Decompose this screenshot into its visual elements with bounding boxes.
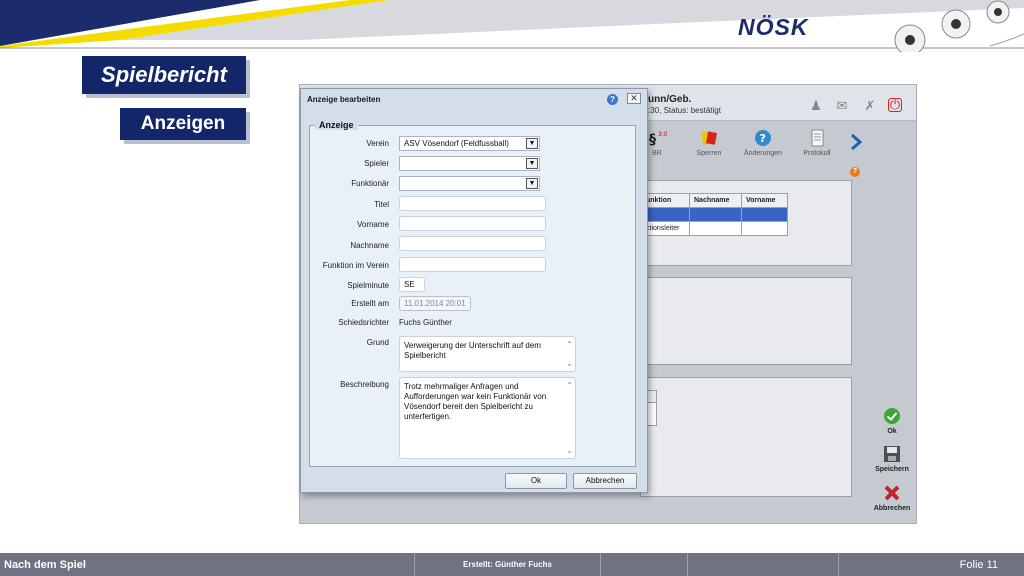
football-icon: [894, 0, 1024, 52]
close-icon[interactable]: ✕: [627, 93, 641, 104]
notes-panel: [640, 377, 852, 497]
erstellt-label: Erstellt am: [351, 299, 389, 308]
svg-text:3:0: 3:0: [658, 131, 667, 138]
spielminute-input[interactable]: SE: [399, 277, 425, 292]
schiedsrichter-label: Schiedsrichter: [338, 318, 389, 327]
funktionaer-label: Funktionär: [351, 179, 389, 188]
table-row[interactable]: [641, 207, 788, 222]
app-header-title: unn/Geb.: [648, 94, 692, 105]
grund-textarea[interactable]: Verweigerung der Unterschrift auf dem Sp…: [399, 336, 576, 372]
nachname-input[interactable]: [399, 236, 546, 251]
chevron-down-icon: ▼: [526, 158, 538, 169]
players-panel: unktion Nachname Vorname ctionsleiter: [640, 180, 852, 266]
beschreibung-label: Beschreibung: [340, 380, 389, 389]
erstellt-field: 11.01.2014 20:01: [399, 296, 471, 311]
app-header-subtitle: :30, Status: bestätigt: [648, 106, 721, 115]
user-icon[interactable]: ♟: [808, 98, 824, 114]
footer-empty: [601, 553, 688, 576]
funktion-label: Funktion im Verein: [322, 261, 389, 270]
document-icon: [811, 129, 824, 147]
svg-text:?: ?: [760, 132, 766, 145]
slide-title: Spielbericht: [82, 56, 246, 94]
table-header[interactable]: unktion: [641, 193, 690, 208]
spieler-select[interactable]: ▼: [399, 156, 540, 171]
app-toolbar: § 3:0 BR Sperren ? Änderungen Protokoll: [630, 129, 900, 163]
table-row[interactable]: ctionsleiter: [641, 221, 788, 236]
chevron-right-icon[interactable]: [850, 133, 862, 151]
schiedsrichter-value: Fuchs Günther: [399, 318, 452, 327]
funktionaer-select[interactable]: ▼: [399, 176, 540, 191]
info-icon[interactable]: ?: [850, 167, 860, 177]
scroll-down-icon[interactable]: ⌄: [566, 359, 573, 369]
scroll-up-icon[interactable]: ⌃: [566, 381, 573, 391]
players-table: unktion Nachname Vorname ctionsleiter: [641, 193, 788, 236]
dialog-cancel-button[interactable]: Abbrechen: [573, 473, 637, 489]
fieldset-legend: Anzeige: [315, 120, 358, 130]
spielminute-label: Spielminute: [347, 281, 389, 290]
toolbar-aenderungen[interactable]: ? Änderungen: [736, 129, 790, 157]
table-header[interactable]: Nachname: [689, 193, 742, 208]
help-icon: ?: [755, 130, 771, 146]
titel-label: Titel: [374, 200, 389, 209]
grund-label: Grund: [366, 338, 389, 347]
mail-icon[interactable]: ✉: [834, 98, 850, 114]
table-header[interactable]: Vorname: [741, 193, 788, 208]
verein-label: Verein: [366, 139, 389, 148]
titel-input[interactable]: [399, 196, 546, 211]
vorname-label: Vorname: [356, 220, 389, 229]
brand-logo: NÖSK: [738, 14, 809, 40]
ok-button[interactable]: Ok: [868, 407, 916, 435]
dialog-ok-button[interactable]: Ok: [505, 473, 567, 489]
checkmark-icon: [884, 408, 900, 424]
scroll-down-icon[interactable]: ⌄: [566, 446, 573, 456]
nachname-label: Nachname: [350, 241, 389, 250]
save-button[interactable]: Speichern: [868, 445, 916, 473]
tools-icon[interactable]: ✗: [862, 98, 878, 114]
chevron-down-icon: ▼: [526, 138, 538, 149]
edit-report-dialog: Anzeige bearbeiten ? ✕ Anzeige Verein AS…: [300, 88, 648, 493]
floppy-icon: [884, 446, 900, 462]
svg-text:§: §: [649, 132, 656, 147]
paragraph-icon: § 3:0: [649, 131, 667, 147]
card-icon: [700, 131, 717, 145]
spieler-label: Spieler: [364, 159, 389, 168]
chevron-down-icon: ▼: [526, 178, 538, 189]
footer-author: Erstellt: Günther Fuchs: [415, 553, 601, 576]
toolbar-protokoll[interactable]: Protokoll: [790, 129, 844, 157]
slide-subtitle: Anzeigen: [120, 108, 246, 140]
details-panel: [640, 277, 852, 365]
slide-number: Folie 11: [959, 558, 998, 571]
footer-section: Nach dem Spiel: [0, 553, 415, 576]
footer-empty: [688, 553, 839, 576]
help-icon[interactable]: ?: [607, 94, 618, 105]
dialog-title: Anzeige bearbeiten: [307, 95, 381, 104]
slide-footer: Nach dem Spiel Erstellt: Günther Fuchs F…: [0, 553, 1024, 576]
beschreibung-textarea[interactable]: Trotz mehrmaliger Anfragen und Aufforder…: [399, 377, 576, 459]
close-icon: [884, 485, 900, 501]
funktion-input[interactable]: [399, 257, 546, 272]
cancel-button[interactable]: Abbrechen: [868, 484, 916, 512]
vorname-input[interactable]: [399, 216, 546, 231]
toolbar-sperren[interactable]: Sperren: [682, 129, 736, 157]
verein-select[interactable]: ASV Vösendorf (Feldfussball) ▼: [399, 136, 540, 151]
scroll-up-icon[interactable]: ⌃: [566, 340, 573, 350]
power-icon[interactable]: ⏻: [888, 98, 902, 112]
